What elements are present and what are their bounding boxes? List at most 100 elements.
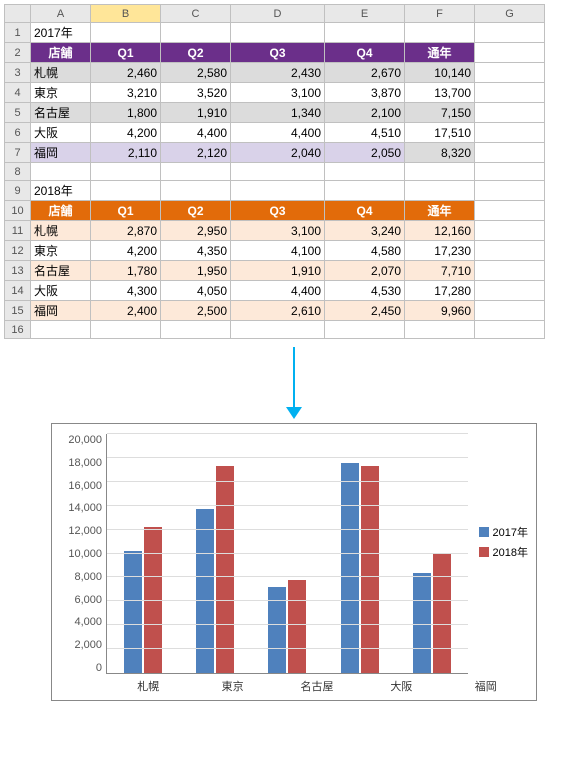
store-cell[interactable]: 大阪 — [31, 281, 91, 301]
data-cell[interactable]: 2,500 — [161, 301, 231, 321]
data-cell[interactable]: 2,050 — [325, 143, 405, 163]
data-cell[interactable]: 1,800 — [91, 103, 161, 123]
hdr-store[interactable]: 店舗 — [31, 201, 91, 221]
corner-cell[interactable] — [5, 5, 31, 23]
total-cell[interactable]: 10,140 — [405, 63, 475, 83]
data-cell[interactable]: 2,120 — [161, 143, 231, 163]
year-2017-label[interactable]: 2017年 — [31, 23, 91, 43]
store-cell[interactable]: 福岡 — [31, 301, 91, 321]
store-cell[interactable]: 札幌 — [31, 63, 91, 83]
store-cell[interactable]: 東京 — [31, 241, 91, 261]
hdr-q3[interactable]: Q3 — [231, 43, 325, 63]
y-tick-label: 16,000 — [60, 480, 102, 492]
year-2018-label[interactable]: 2018年 — [31, 181, 91, 201]
data-cell[interactable]: 4,200 — [91, 123, 161, 143]
y-tick-label: 0 — [60, 662, 102, 674]
bar — [413, 573, 431, 673]
data-cell[interactable]: 4,400 — [161, 123, 231, 143]
hdr-q1[interactable]: Q1 — [91, 201, 161, 221]
col-A[interactable]: A — [31, 5, 91, 23]
col-C[interactable]: C — [161, 5, 231, 23]
hdr-q2[interactable]: Q2 — [161, 43, 231, 63]
data-cell[interactable]: 4,200 — [91, 241, 161, 261]
col-F[interactable]: F — [405, 5, 475, 23]
col-G[interactable]: G — [475, 5, 545, 23]
x-axis-labels: 札幌東京名古屋大阪福岡 — [106, 674, 528, 694]
store-cell[interactable]: 名古屋 — [31, 103, 91, 123]
hdr-q4[interactable]: Q4 — [325, 201, 405, 221]
rownum[interactable]: 2 — [5, 43, 31, 63]
data-cell[interactable]: 1,910 — [231, 261, 325, 281]
data-cell[interactable]: 2,950 — [161, 221, 231, 241]
legend-swatch-icon — [479, 547, 489, 557]
row-14: 14 大阪 4,300 4,050 4,400 4,530 17,280 — [5, 281, 545, 301]
data-cell[interactable]: 2,670 — [325, 63, 405, 83]
x-tick-label: 札幌 — [121, 678, 175, 694]
data-cell[interactable]: 1,910 — [161, 103, 231, 123]
col-B[interactable]: B — [91, 5, 161, 23]
legend-item-2018: 2018年 — [479, 544, 528, 560]
data-cell[interactable]: 1,340 — [231, 103, 325, 123]
bar-group — [260, 580, 314, 673]
data-cell[interactable]: 3,240 — [325, 221, 405, 241]
total-cell[interactable]: 13,700 — [405, 83, 475, 103]
x-tick-label: 東京 — [206, 678, 260, 694]
store-cell[interactable]: 札幌 — [31, 221, 91, 241]
data-cell[interactable]: 3,520 — [161, 83, 231, 103]
total-cell[interactable]: 8,320 — [405, 143, 475, 163]
data-cell[interactable]: 2,870 — [91, 221, 161, 241]
data-cell[interactable]: 4,300 — [91, 281, 161, 301]
total-cell[interactable]: 7,150 — [405, 103, 475, 123]
total-cell[interactable]: 7,710 — [405, 261, 475, 281]
data-cell[interactable]: 1,780 — [91, 261, 161, 281]
hdr-q4[interactable]: Q4 — [325, 43, 405, 63]
hdr-q3[interactable]: Q3 — [231, 201, 325, 221]
data-cell[interactable]: 2,430 — [231, 63, 325, 83]
data-cell[interactable]: 4,530 — [325, 281, 405, 301]
data-cell[interactable]: 3,100 — [231, 83, 325, 103]
data-cell[interactable]: 1,950 — [161, 261, 231, 281]
store-cell[interactable]: 東京 — [31, 83, 91, 103]
total-cell[interactable]: 17,510 — [405, 123, 475, 143]
data-cell[interactable]: 4,100 — [231, 241, 325, 261]
data-cell[interactable]: 2,460 — [91, 63, 161, 83]
hdr-q2[interactable]: Q2 — [161, 201, 231, 221]
total-cell[interactable]: 12,160 — [405, 221, 475, 241]
data-cell[interactable]: 2,100 — [325, 103, 405, 123]
store-cell[interactable]: 大阪 — [31, 123, 91, 143]
hdr-total[interactable]: 通年 — [405, 43, 475, 63]
bar-group — [333, 463, 387, 673]
rownum[interactable]: 1 — [5, 23, 31, 43]
data-cell[interactable]: 4,350 — [161, 241, 231, 261]
hdr-total[interactable]: 通年 — [405, 201, 475, 221]
data-cell[interactable]: 2,110 — [91, 143, 161, 163]
data-cell[interactable]: 4,400 — [231, 281, 325, 301]
total-cell[interactable]: 17,230 — [405, 241, 475, 261]
data-cell[interactable]: 2,070 — [325, 261, 405, 281]
hdr-store[interactable]: 店舗 — [31, 43, 91, 63]
data-cell[interactable]: 4,580 — [325, 241, 405, 261]
col-D[interactable]: D — [231, 5, 325, 23]
data-cell[interactable]: 2,580 — [161, 63, 231, 83]
data-cell[interactable]: 2,400 — [91, 301, 161, 321]
row-10: 10 店舗 Q1 Q2 Q3 Q4 通年 — [5, 201, 545, 221]
data-cell[interactable]: 2,450 — [325, 301, 405, 321]
total-cell[interactable]: 17,280 — [405, 281, 475, 301]
store-cell[interactable]: 福岡 — [31, 143, 91, 163]
spreadsheet[interactable]: A B C D E F G 1 2017年 2 店舗 Q1 Q2 Q3 Q4 通… — [4, 4, 545, 339]
store-cell[interactable]: 名古屋 — [31, 261, 91, 281]
legend-item-2017: 2017年 — [479, 524, 528, 540]
data-cell[interactable]: 2,610 — [231, 301, 325, 321]
data-cell[interactable]: 4,510 — [325, 123, 405, 143]
data-cell[interactable]: 3,870 — [325, 83, 405, 103]
total-cell[interactable]: 9,960 — [405, 301, 475, 321]
data-cell[interactable]: 3,210 — [91, 83, 161, 103]
data-cell[interactable]: 3,100 — [231, 221, 325, 241]
row-4: 4 東京 3,210 3,520 3,100 3,870 13,700 — [5, 83, 545, 103]
data-cell[interactable]: 4,400 — [231, 123, 325, 143]
row-6: 6 大阪 4,200 4,400 4,400 4,510 17,510 — [5, 123, 545, 143]
data-cell[interactable]: 2,040 — [231, 143, 325, 163]
data-cell[interactable]: 4,050 — [161, 281, 231, 301]
col-E[interactable]: E — [325, 5, 405, 23]
hdr-q1[interactable]: Q1 — [91, 43, 161, 63]
